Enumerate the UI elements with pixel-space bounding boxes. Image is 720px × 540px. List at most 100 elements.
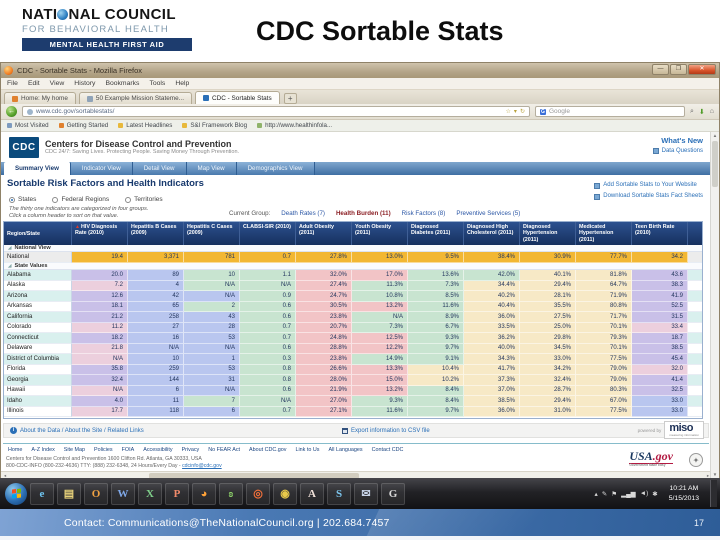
footer-link[interactable]: About CDC.gov [249,447,286,453]
chrome-icon[interactable]: ◉ [273,482,297,505]
menu-item-view[interactable]: View [50,80,65,87]
cdc-logo[interactable]: CDC [9,136,39,158]
column-header[interactable]: ▲HIV Diagnosis Rate (2010) [72,222,128,245]
bluetooth-icon[interactable]: ✱ [652,490,657,498]
search-magnifier-icon[interactable]: ⌕ [690,108,694,116]
menu-item-history[interactable]: History [74,80,95,87]
table-group-row[interactable]: ◢ State Values [4,263,702,270]
radio-option-territories[interactable]: Territories [125,196,163,203]
footer-link[interactable]: Site Map [64,447,85,453]
footer-link[interactable]: Accessibility [143,447,172,453]
restore-button[interactable]: ❐ [670,64,687,75]
column-header[interactable]: Medicated Hypertension (2011) [576,222,632,245]
downloads-icon[interactable]: ⬇ [699,108,705,116]
column-header[interactable]: CLABSI-SIR (2010) [240,222,296,245]
footer-link[interactable]: No FEAR Act [208,447,240,453]
tab-map-view[interactable]: Map View [186,162,237,175]
tab-demographics-view[interactable]: Demographics View [236,162,315,175]
column-header[interactable]: Diagnosed Hypertension (2011) [520,222,576,245]
close-button[interactable]: ✕ [688,64,716,75]
word-icon[interactable]: W [111,482,135,505]
footer-link[interactable]: Home [8,447,22,453]
volume-icon[interactable]: ◄) [640,490,649,498]
browser-titlebar[interactable]: CDC - Sortable Stats - Mozilla Firefox —… [1,63,719,78]
column-header[interactable]: Hepatitis C Cases (2009) [184,222,240,245]
network-icon[interactable]: ▂▄▆ [621,490,636,498]
url-input[interactable]: www.cdc.gov/sortablestats/ ☆ ▾ ↻ [22,106,530,117]
bookmark-item[interactable]: Getting Started [58,122,108,129]
menu-item-bookmarks[interactable]: Bookmarks [105,80,139,87]
column-header[interactable]: Region/State [4,222,72,245]
search-input[interactable]: G Google [534,106,685,117]
usagov-logo[interactable]: USA.gov Government Made Easy [629,450,673,467]
whats-new-link[interactable]: What's New [661,136,703,145]
vscroll-thumb[interactable] [712,141,718,187]
group-link[interactable]: Preventive Services (5) [456,210,520,217]
column-header[interactable]: Teen Birth Rate (2010) [632,222,688,245]
skype-icon[interactable]: S [327,482,351,505]
export-csv-link[interactable]: Export information to CSV file [342,427,430,434]
group-link[interactable]: Death Rates (7) [281,210,325,217]
add-to-website-link[interactable]: Add Sortable Stats to Your Website [594,180,703,191]
group-link[interactable]: Health Burden (11) [336,210,391,217]
download-fact-sheets-link[interactable]: Download Sortable Stats Fact Sheets [594,191,703,202]
menu-item-tools[interactable]: Tools [149,80,165,87]
back-button[interactable]: ← [6,106,17,117]
reload-icon[interactable]: ↻ [520,108,525,115]
footer-link[interactable]: Privacy [182,447,200,453]
url-dropdown-icon[interactable]: ▾ [514,108,517,115]
powerpoint-icon[interactable]: P [165,482,189,505]
excel-icon[interactable]: X [138,482,162,505]
opera-icon[interactable]: ◎ [246,482,270,505]
evernote-icon[interactable]: ʚ [219,482,243,505]
about-links[interactable]: i About the Data / About the Site / Rela… [4,427,144,434]
action-center-icon[interactable]: ⚑ [611,490,617,498]
scroll-up-arrow[interactable]: ▲ [711,132,719,140]
cdc-email-link[interactable]: cdcinfo@cdc.gov [182,463,222,469]
start-button[interactable] [5,482,27,505]
firefox-icon[interactable]: ◕ [192,482,216,505]
footer-link[interactable]: Link to Us [295,447,319,453]
show-hidden-icons[interactable]: ▴ [595,490,598,498]
outlook-icon[interactable]: O [84,482,108,505]
taskbar-clock[interactable]: 10:21 AM 5/15/2013 [663,484,705,502]
footer-link[interactable]: Contact CDC [372,447,404,453]
notes-icon[interactable]: ▤ [57,482,81,505]
tab-indicator-view[interactable]: Indicator View [70,162,133,175]
radio-option-federal-regions[interactable]: Federal Regions [52,196,109,203]
column-header[interactable]: Youth Obesity (2011) [352,222,408,245]
footer-link[interactable]: Policies [94,447,113,453]
minimize-button[interactable]: — [652,64,669,75]
show-desktop-button[interactable] [710,480,717,507]
menu-item-edit[interactable]: Edit [28,80,40,87]
tab-detail-view[interactable]: Detail View [132,162,187,175]
bookmark-item[interactable]: Most Visited [7,122,49,129]
data-questions-link[interactable]: Data Questions [652,148,703,154]
gimp-icon[interactable]: G [381,482,405,505]
column-header[interactable]: Adult Obesity (2011) [296,222,352,245]
column-header[interactable]: Diagnosed Diabetes (2011) [408,222,464,245]
footer-link[interactable]: A-Z Index [31,447,54,453]
pen-icon[interactable]: ✎ [602,490,607,498]
menu-item-help[interactable]: Help [175,80,189,87]
outlook-web-icon[interactable]: ✉ [354,482,378,505]
table-group-row[interactable]: ◢ National View [4,245,702,252]
tab-summary-view[interactable]: Summary View [4,162,71,175]
footer-link[interactable]: All Languages [328,447,362,453]
new-tab-button[interactable]: + [283,93,297,104]
radio-option-states[interactable]: States [9,196,36,203]
browser-tab[interactable]: 50 Example Mission Stateme... [78,92,192,104]
column-header[interactable]: Hepatitis B Cases (2009) [128,222,184,245]
home-icon[interactable]: ⌂ [710,108,714,115]
group-link[interactable]: Risk Factors (8) [402,210,446,217]
browser-tab[interactable]: CDC - Sortable Stats [194,91,280,104]
menu-item-file[interactable]: File [7,80,18,87]
bookmark-item[interactable]: Latest Headlines [118,122,172,129]
internet-explorer-icon[interactable]: e [30,482,54,505]
bookmark-star-icon[interactable]: ☆ [506,108,511,115]
bookmark-item[interactable]: S&I Framework Blog [182,122,247,129]
vertical-scrollbar[interactable]: ▲ ▼ [710,132,719,479]
browser-tab[interactable]: Home: My home [4,92,76,104]
column-header[interactable]: Diagnosed High Cholesterol (2011) [464,222,520,245]
bookmark-item[interactable]: http://www.healthinfola... [257,122,332,129]
